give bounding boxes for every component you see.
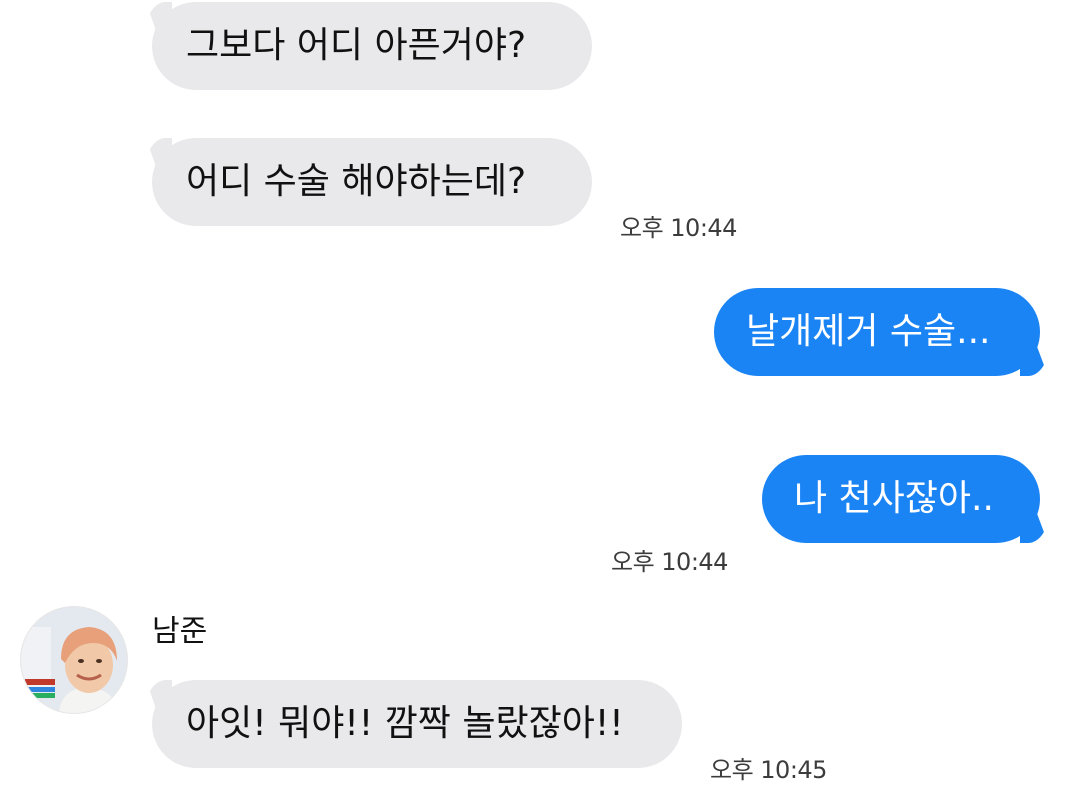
message-text: 나 천사잖아.. <box>794 478 994 519</box>
outgoing-message-bubble[interactable]: 나 천사잖아.. <box>762 455 1040 543</box>
message-text: 아잇! 뭐야!! 깜짝 놀랐잖아!! <box>186 703 624 744</box>
message-text: 그보다 어디 아픈거야? <box>186 25 527 66</box>
incoming-message-bubble[interactable]: 어디 수술 해야하는데? <box>152 138 592 226</box>
profile-photo-icon <box>21 607 127 713</box>
incoming-message-bubble[interactable]: 아잇! 뭐야!! 깜짝 놀랐잖아!! <box>152 680 682 768</box>
message-text: 날개제거 수술... <box>746 311 991 352</box>
message-text: 어디 수술 해야하는데? <box>186 161 527 202</box>
sender-name: 남준 <box>152 614 208 649</box>
sender-avatar[interactable] <box>20 606 128 714</box>
message-timestamp: 오후 10:44 <box>611 548 728 576</box>
message-timestamp: 오후 10:45 <box>710 756 827 784</box>
outgoing-message-bubble[interactable]: 날개제거 수술... <box>714 288 1040 376</box>
message-timestamp: 오후 10:44 <box>620 214 737 242</box>
incoming-message-bubble[interactable]: 그보다 어디 아픈거야? <box>152 2 592 90</box>
